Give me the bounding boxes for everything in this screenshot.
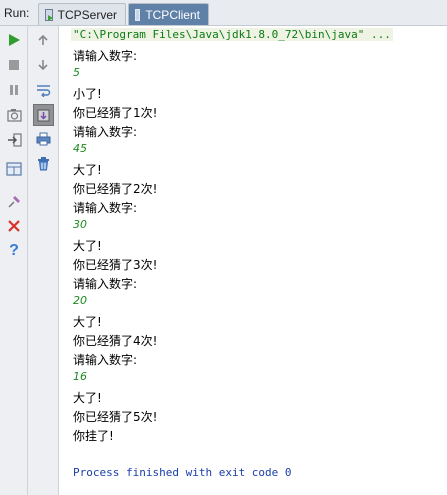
run-toolbar-right [28,26,59,495]
tab-tcpserver[interactable]: TCPServer [38,3,126,25]
restore-layout-icon[interactable] [4,159,24,179]
user-input-line: 30 [73,218,87,231]
output-line: 你已经猜了2次! [73,182,158,196]
user-input-line: 16 [73,370,87,383]
output-line: 请输入数字: [73,201,138,215]
user-input-line: 20 [73,294,87,307]
scroll-up-icon[interactable] [33,30,53,50]
output-line: 大了! [73,239,102,253]
soft-wrap-icon[interactable] [33,80,53,100]
output-line: 大了! [73,315,102,329]
process-finished-text: Process finished with exit code 0 [73,466,292,479]
run-toolbar-left: ? [0,26,28,495]
clear-all-icon[interactable] [33,154,53,174]
output-line: 请输入数字: [73,353,138,367]
output-line: 请输入数字: [73,277,138,291]
run-tab-bar: Run: TCPServer TCPClient [0,0,447,26]
output-line: 你已经猜了4次! [73,334,158,348]
pause-icon[interactable] [4,80,24,100]
output-line: 大了! [73,163,102,177]
run-config-icon [135,8,141,21]
close-icon[interactable] [4,216,24,236]
scroll-down-icon[interactable] [33,55,53,75]
output-line: 大了! [73,391,102,405]
user-input-line: 45 [73,142,87,155]
output-line: 你已经猜了3次! [73,258,158,272]
output-line: 你挂了! [73,429,114,443]
rerun-icon[interactable] [4,30,24,50]
output-line: 请输入数字: [73,125,138,139]
output-line: 你已经猜了5次! [73,410,158,424]
pin-tab-icon[interactable] [4,191,24,211]
scroll-to-end-icon[interactable] [33,104,54,126]
tab-label: TCPServer [57,7,117,22]
output-line: 请输入数字: [73,49,138,63]
run-config-icon [45,8,53,21]
help-icon[interactable]: ? [4,241,24,261]
stop-icon[interactable] [4,55,24,75]
exit-icon[interactable] [4,130,24,150]
console-output[interactable]: "C:\Program Files\Java\jdk1.8.0_72\bin\j… [60,26,447,495]
command-line: "C:\Program Files\Java\jdk1.8.0_72\bin\j… [71,28,393,41]
print-icon[interactable] [33,129,53,149]
output-line: 小了! [73,87,102,101]
run-label: Run: [4,6,30,20]
user-input-line: 5 [73,66,80,79]
tab-tcpclient[interactable]: TCPClient [128,3,209,25]
dump-threads-icon[interactable] [4,105,24,125]
output-line: 你已经猜了1次! [73,106,158,120]
tab-label: TCPClient [145,7,200,22]
